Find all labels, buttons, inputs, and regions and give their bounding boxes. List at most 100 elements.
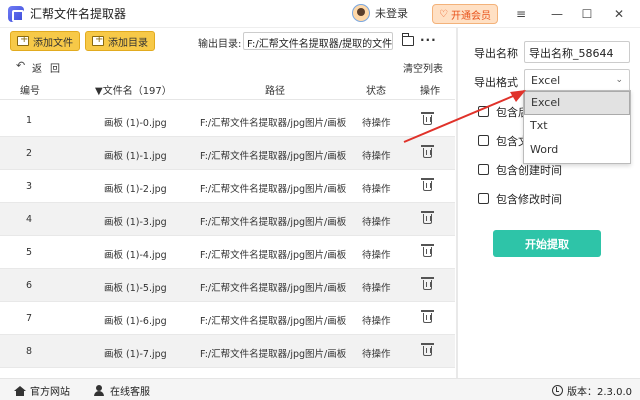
format-option-excel[interactable]: Excel <box>524 91 630 115</box>
vip-button[interactable]: ♡ 开通会员 <box>432 4 498 24</box>
add-file-label: 添加文件 <box>33 37 73 49</box>
back-icon[interactable]: ↶ <box>16 59 25 72</box>
clear-list-button[interactable]: 清空列表 <box>403 60 443 75</box>
chevron-down-icon: ⌄ <box>615 75 623 85</box>
trash-icon[interactable] <box>421 145 434 158</box>
avatar[interactable] <box>352 4 370 22</box>
row-path: F:/汇帮文件名提取器/jpg图片/画板 (1)-2 <box>200 184 348 195</box>
online-support-link[interactable]: 在线客服 <box>93 383 150 398</box>
version-icon <box>552 385 563 396</box>
user-area[interactable]: 未登录 <box>352 4 408 22</box>
row-filename: 画板 (1)-5.jpg <box>104 283 167 294</box>
add-folder-label: 添加目录 <box>108 37 148 49</box>
table-row[interactable]: 6 画板 (1)-5.jpg F:/汇帮文件名提取器/jpg图片/画板 (1)-… <box>0 269 455 302</box>
checkbox-modified-time-label: 包含修改时间 <box>496 193 562 206</box>
start-extract-button[interactable]: 开始提取 <box>493 230 601 257</box>
row-index: 4 <box>26 214 33 225</box>
trash-icon[interactable] <box>421 310 434 323</box>
official-website-link[interactable]: 官方网站 <box>14 383 70 398</box>
format-dropdown: Excel Txt Word <box>523 90 631 164</box>
table-row[interactable]: 1 画板 (1)-0.jpg F:/汇帮文件名提取器/jpg图片/画板 (1)-… <box>0 104 455 137</box>
table-row[interactable]: 5 画板 (1)-4.jpg F:/汇帮文件名提取器/jpg图片/画板 (1)-… <box>0 236 455 269</box>
toolbar: 添加文件 添加目录 输出目录: F:/汇帮文件名提取器/提取的文件名 ··· <box>0 28 455 54</box>
row-status: 待操作 <box>362 283 391 294</box>
format-option-txt[interactable]: Txt <box>524 115 630 139</box>
table-row[interactable]: 2 画板 (1)-1.jpg F:/汇帮文件名提取器/jpg图片/画板 (1)-… <box>0 137 455 170</box>
vip-label: 开通会员 <box>450 10 491 22</box>
folder-icon[interactable] <box>402 33 414 46</box>
row-status: 待操作 <box>362 349 391 360</box>
login-status[interactable]: 未登录 <box>375 5 408 21</box>
header-status: 状态 <box>366 86 386 97</box>
online-support-label: 在线客服 <box>110 387 150 398</box>
row-filename: 画板 (1)-2.jpg <box>104 184 167 195</box>
table-header: 编号 ▼文件名（197） 路径 状态 操作 <box>0 80 455 100</box>
row-index: 3 <box>26 181 33 192</box>
checkbox-modified-time[interactable] <box>478 193 489 204</box>
trash-icon[interactable] <box>421 277 434 290</box>
table-row[interactable]: 7 画板 (1)-6.jpg F:/汇帮文件名提取器/jpg图片/画板 (1)-… <box>0 302 455 335</box>
app-title: 汇帮文件名提取器 <box>30 7 127 21</box>
row-path: F:/汇帮文件名提取器/jpg图片/画板 (1)-4 <box>200 250 348 261</box>
table-row[interactable]: 4 画板 (1)-3.jpg F:/汇帮文件名提取器/jpg图片/画板 (1)-… <box>0 203 455 236</box>
row-status: 待操作 <box>362 184 391 195</box>
row-status: 待操作 <box>362 250 391 261</box>
export-format-label: 导出格式 <box>474 76 518 89</box>
back-label-2[interactable]: 回 <box>50 60 60 75</box>
row-index: 5 <box>26 247 33 258</box>
status-bar: 官方网站 在线客服 版本：2.3.0.0 <box>0 378 640 400</box>
row-filename: 画板 (1)-7.jpg <box>104 349 167 360</box>
settings-panel: 导出名称 导出名称_58644 导出格式 Excel ⌄ 包含后 包含文 包含创… <box>460 28 640 378</box>
maximize-icon[interactable]: ☐ <box>578 5 596 23</box>
header-index: 编号 <box>20 86 40 97</box>
table-row[interactable]: 3 画板 (1)-2.jpg F:/汇帮文件名提取器/jpg图片/画板 (1)-… <box>0 170 455 203</box>
export-name-input[interactable]: 导出名称_58644 <box>524 41 630 63</box>
version-info: 版本：2.3.0.0 <box>552 383 632 398</box>
row-filename: 画板 (1)-1.jpg <box>104 151 167 162</box>
row-status: 待操作 <box>362 151 391 162</box>
trash-icon[interactable] <box>421 343 434 356</box>
row-status: 待操作 <box>362 118 391 129</box>
checkbox-2[interactable] <box>478 135 489 146</box>
header-path: 路径 <box>265 86 285 97</box>
back-label[interactable]: 返 <box>32 60 42 75</box>
row-filename: 画板 (1)-0.jpg <box>104 118 167 129</box>
add-folder-button[interactable]: 添加目录 <box>85 31 155 51</box>
row-path: F:/汇帮文件名提取器/jpg图片/画板 (1)-7 <box>200 349 348 360</box>
format-option-word[interactable]: Word <box>524 139 630 163</box>
diamond-icon: ♡ <box>439 8 448 20</box>
row-path: F:/汇帮文件名提取器/jpg图片/画板 (1)-1 <box>200 151 348 162</box>
row-index: 2 <box>26 148 33 159</box>
close-icon[interactable]: ✕ <box>610 5 628 23</box>
row-status: 待操作 <box>362 316 391 327</box>
export-name-label: 导出名称 <box>474 47 518 60</box>
checkbox-created-time[interactable] <box>478 164 489 175</box>
minimize-icon[interactable]: — <box>548 5 566 23</box>
output-dir-input[interactable]: F:/汇帮文件名提取器/提取的文件名 <box>243 32 393 50</box>
more-icon[interactable]: ··· <box>420 33 437 47</box>
output-dir-label: 输出目录: <box>198 39 242 50</box>
row-path: F:/汇帮文件名提取器/jpg图片/画板 (1)-0 <box>200 118 348 129</box>
panel-divider <box>456 28 458 378</box>
home-icon <box>14 385 26 396</box>
row-index: 7 <box>26 313 33 324</box>
header-filename[interactable]: ▼文件名（197） <box>95 82 172 97</box>
table-row[interactable]: 8 画板 (1)-7.jpg F:/汇帮文件名提取器/jpg图片/画板 (1)-… <box>0 335 455 368</box>
trash-icon[interactable] <box>421 244 434 257</box>
add-file-button[interactable]: 添加文件 <box>10 31 80 51</box>
trash-icon[interactable] <box>421 211 434 224</box>
header-action: 操作 <box>420 86 440 97</box>
row-index: 8 <box>26 346 33 357</box>
row-path: F:/汇帮文件名提取器/jpg图片/画板 (1)-5 <box>200 283 348 294</box>
menu-icon[interactable]: ≡ <box>512 5 530 23</box>
trash-icon[interactable] <box>421 178 434 191</box>
add-folder-icon <box>92 34 104 46</box>
checkbox-1[interactable] <box>478 106 489 117</box>
row-path: F:/汇帮文件名提取器/jpg图片/画板 (1)-6 <box>200 316 348 327</box>
sub-bar: ↶ 返 回 清空列表 <box>0 56 455 76</box>
row-status: 待操作 <box>362 217 391 228</box>
row-index: 6 <box>26 280 33 291</box>
row-filename: 画板 (1)-6.jpg <box>104 316 167 327</box>
support-icon <box>93 385 105 396</box>
trash-icon[interactable] <box>421 112 434 125</box>
